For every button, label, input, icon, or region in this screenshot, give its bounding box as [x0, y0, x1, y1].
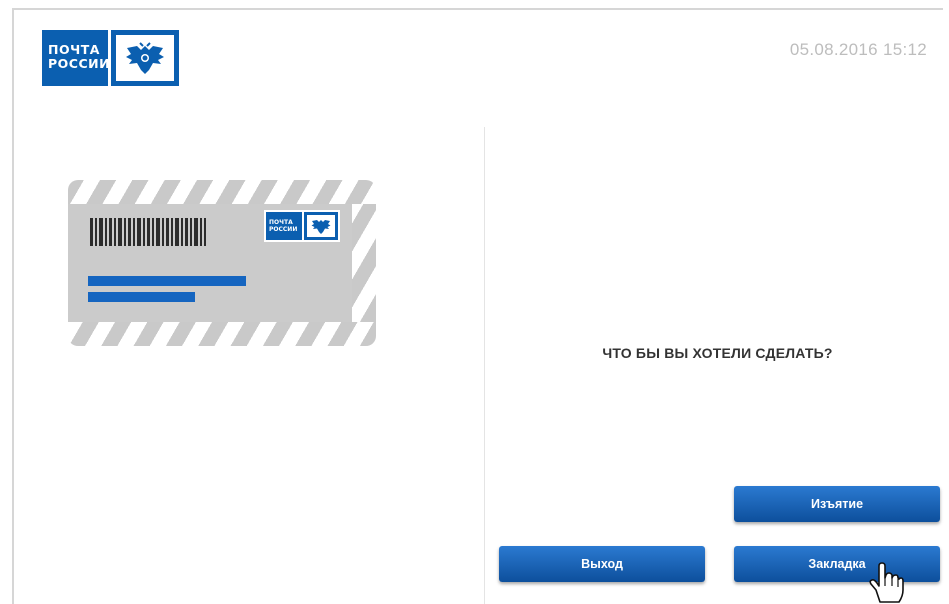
barcode-icon [90, 218, 206, 246]
stamp-line-1: ПОЧТА [269, 219, 293, 226]
prompt-question: ЧТО БЫ ВЫ ХОТЕЛИ СДЕЛАТЬ? [602, 345, 833, 361]
logo-emblem [111, 30, 179, 86]
logo-line-2: РОССИИ [48, 56, 111, 71]
stamp-emblem-icon [311, 220, 331, 234]
stamp-line-2: РОССИИ [269, 226, 298, 233]
address-line-2 [88, 292, 195, 302]
envelope-illustration: ПОЧТА РОССИИ [68, 180, 376, 346]
russian-post-emblem-icon [126, 42, 164, 74]
bookmark-button[interactable]: Закладка [734, 546, 940, 582]
envelope-stamp-logo: ПОЧТА РОССИИ [264, 210, 340, 242]
address-line-1 [88, 276, 246, 286]
hand-pointer-icon [869, 562, 904, 603]
vertical-divider [484, 127, 485, 604]
logo-line-1: ПОЧТА [48, 42, 100, 57]
datetime-display: 05.08.2016 15:12 [789, 40, 927, 59]
russian-post-logo: ПОЧТА РОССИИ [42, 30, 179, 86]
envelope-body: ПОЧТА РОССИИ [68, 204, 376, 322]
withdraw-button[interactable]: Изъятие [734, 486, 940, 522]
logo-wordmark: ПОЧТА РОССИИ [42, 30, 111, 86]
exit-button[interactable]: Выход [499, 546, 705, 582]
